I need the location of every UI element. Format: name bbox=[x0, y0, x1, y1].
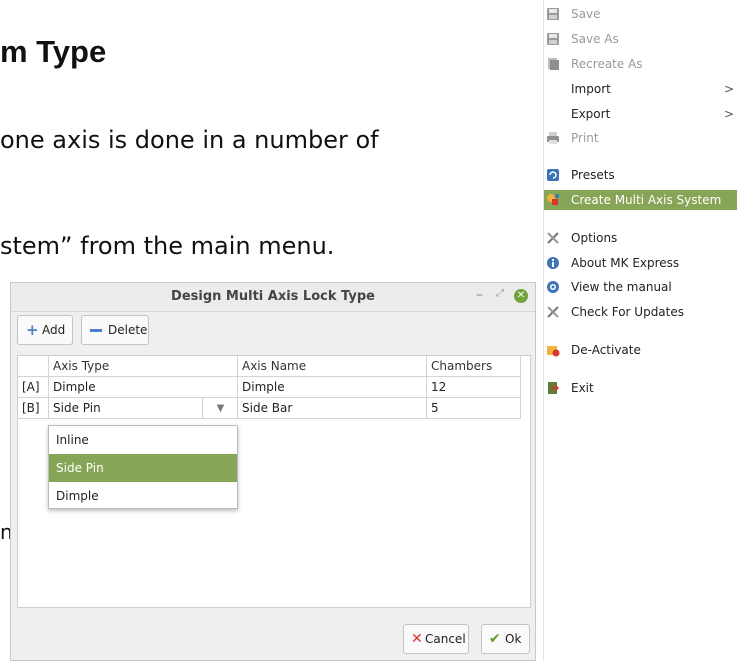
menu-item-options[interactable]: Options bbox=[544, 228, 737, 248]
dialog-title: Design Multi Axis Lock Type bbox=[171, 289, 375, 304]
menu-item-label: View the manual bbox=[571, 280, 672, 294]
submenu-arrow-icon: > bbox=[723, 82, 734, 96]
dropdown-option-side-pin[interactable]: Side Pin bbox=[49, 454, 237, 482]
menu-item-save[interactable]: Save bbox=[544, 4, 737, 24]
tools-icon bbox=[546, 305, 560, 319]
multi-axis-icon bbox=[546, 193, 560, 207]
ok-button-label: Ok bbox=[505, 632, 522, 646]
dropdown-option-dimple[interactable]: Dimple bbox=[49, 482, 237, 510]
axis-type-dropdown: Inline Side Pin Dimple bbox=[48, 425, 238, 509]
exit-icon bbox=[546, 381, 560, 395]
submenu-arrow-icon: > bbox=[723, 107, 734, 121]
menu-item-label: About MK Express bbox=[571, 256, 680, 270]
save-icon bbox=[546, 7, 560, 21]
row-b-chambers[interactable]: 5 bbox=[427, 398, 521, 419]
deactivate-icon bbox=[546, 343, 560, 357]
dropdown-option-inline[interactable]: Inline bbox=[49, 426, 237, 454]
cancel-button-label: Cancel bbox=[425, 632, 466, 646]
ok-button[interactable]: ✔ Ok bbox=[481, 624, 530, 654]
plus-icon: + bbox=[26, 321, 39, 339]
row-b-axis-name[interactable]: Side Bar bbox=[238, 398, 427, 419]
main-menu: Save Save As Recreate As Import > Export… bbox=[543, 0, 737, 661]
menu-item-label: Create Multi Axis System bbox=[571, 193, 722, 207]
menu-item-print[interactable]: Print bbox=[544, 128, 737, 148]
menu-item-label: Import bbox=[571, 82, 611, 96]
menu-item-create-multi-axis-system[interactable]: Create Multi Axis System bbox=[544, 190, 737, 210]
menu-item-check-updates[interactable]: Check For Updates bbox=[544, 302, 737, 322]
row-a-chambers[interactable]: 12 bbox=[427, 377, 521, 398]
menu-item-label: Recreate As bbox=[571, 57, 643, 71]
delete-button-label: Delete bbox=[108, 323, 148, 337]
table-header-axis-type[interactable]: Axis Type bbox=[49, 356, 238, 377]
minimize-icon[interactable]: – bbox=[476, 287, 483, 303]
menu-item-label: Print bbox=[571, 131, 599, 145]
table-header-axis-name[interactable]: Axis Name bbox=[238, 356, 427, 377]
table-header-index bbox=[18, 356, 49, 377]
maximize-icon[interactable]: ⤢ bbox=[496, 288, 504, 299]
minus-icon bbox=[90, 329, 102, 332]
design-multi-axis-dialog: Design Multi Axis Lock Type – ⤢ ✕ + Add … bbox=[10, 282, 536, 661]
row-b-id: [B] bbox=[18, 398, 49, 419]
info-icon bbox=[546, 256, 560, 270]
menu-item-label: Presets bbox=[571, 168, 615, 182]
document-heading-fragment: m Type bbox=[0, 34, 107, 69]
menu-item-label: Options bbox=[571, 231, 618, 245]
dialog-titlebar[interactable]: Design Multi Axis Lock Type – ⤢ ✕ bbox=[11, 283, 535, 312]
menu-item-label: Check For Updates bbox=[571, 305, 685, 319]
close-icon[interactable]: ✕ bbox=[514, 289, 528, 303]
cancel-icon: ✕ bbox=[411, 631, 423, 647]
recreate-icon bbox=[546, 57, 560, 71]
menu-item-deactivate[interactable]: De-Activate bbox=[544, 340, 737, 360]
presets-icon bbox=[546, 168, 560, 182]
row-a-id: [A] bbox=[18, 377, 49, 398]
check-icon: ✔ bbox=[489, 631, 501, 647]
menu-item-export[interactable]: Export > bbox=[544, 104, 737, 124]
document-text-line-2: stem” from the main menu. bbox=[0, 232, 335, 260]
menu-item-about[interactable]: About MK Express bbox=[544, 253, 737, 273]
add-button[interactable]: + Add bbox=[17, 315, 73, 345]
menu-item-label: Save bbox=[571, 7, 601, 21]
add-button-label: Add bbox=[42, 323, 66, 337]
menu-item-label: Exit bbox=[571, 381, 594, 395]
row-a-axis-type[interactable]: Dimple bbox=[49, 377, 238, 398]
menu-item-recreate-as[interactable]: Recreate As bbox=[544, 54, 737, 74]
menu-item-import[interactable]: Import > bbox=[544, 79, 737, 99]
help-icon bbox=[546, 280, 560, 294]
menu-item-save-as[interactable]: Save As bbox=[544, 29, 737, 49]
menu-item-exit[interactable]: Exit bbox=[544, 378, 737, 398]
tools-icon bbox=[546, 231, 560, 245]
row-a-axis-name[interactable]: Dimple bbox=[238, 377, 427, 398]
save-as-icon bbox=[546, 32, 560, 46]
document-text-line-1: one axis is done in a number of bbox=[0, 126, 379, 154]
print-icon bbox=[546, 131, 560, 145]
cancel-button[interactable]: ✕ Cancel bbox=[403, 624, 469, 654]
chevron-down-icon[interactable]: ▼ bbox=[202, 398, 238, 419]
menu-item-presets[interactable]: Presets bbox=[544, 165, 737, 185]
menu-item-label: De-Activate bbox=[571, 343, 641, 357]
table-header-chambers[interactable]: Chambers bbox=[427, 356, 521, 377]
menu-item-view-manual[interactable]: View the manual bbox=[544, 277, 737, 297]
delete-button[interactable]: Delete bbox=[81, 315, 149, 345]
menu-item-label: Save As bbox=[571, 32, 619, 46]
menu-item-label: Export bbox=[571, 107, 611, 121]
